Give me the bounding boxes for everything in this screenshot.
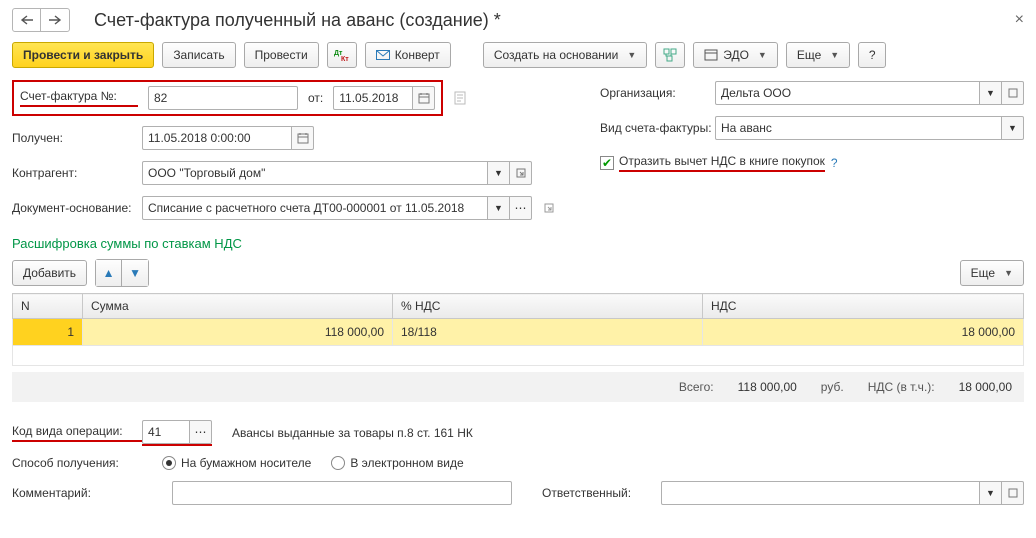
more-button[interactable]: Еще▼ — [786, 42, 850, 68]
total-label: Всего: — [679, 380, 714, 394]
post-button[interactable]: Провести — [244, 42, 319, 68]
col-sum[interactable]: Сумма — [83, 294, 393, 319]
save-button[interactable]: Записать — [162, 42, 235, 68]
comment-label: Комментарий: — [12, 486, 142, 500]
currency-label: руб. — [821, 380, 844, 394]
ellipsis-icon[interactable]: ⋯ — [510, 196, 532, 220]
radio-icon — [162, 456, 176, 470]
dropdown-icon[interactable]: ▼ — [980, 81, 1002, 105]
organization-label: Организация: — [600, 86, 715, 100]
vat-value: 18 000,00 — [959, 380, 1012, 394]
dropdown-icon[interactable]: ▼ — [1002, 116, 1024, 140]
opcode-label: Код вида операции: — [12, 424, 142, 442]
chevron-down-icon: ▼ — [627, 50, 636, 60]
table-more-button[interactable]: Еще▼ — [960, 260, 1024, 286]
invoice-type-label: Вид счета-фактуры: — [600, 121, 715, 135]
vat-label: НДС (в т.ч.): — [868, 380, 935, 394]
basis-doc-input[interactable]: Списание с расчетного счета ДТ00-000001 … — [142, 196, 488, 220]
table-row[interactable]: 1 118 000,00 18/118 18 000,00 — [13, 319, 1024, 346]
move-down-button[interactable]: ▼ — [122, 260, 148, 286]
chevron-down-icon: ▼ — [830, 50, 839, 60]
dropdown-icon[interactable]: ▼ — [488, 196, 510, 220]
doc-icon[interactable] — [449, 87, 471, 109]
totals-bar: Всего: 118 000,00 руб. НДС (в т.ч.): 18 … — [12, 372, 1024, 402]
page-title: Счет-фактура полученный на аванс (создан… — [94, 10, 501, 31]
comment-input[interactable] — [172, 481, 512, 505]
organization-input[interactable]: Дельта ООО — [715, 81, 980, 105]
calendar-icon[interactable] — [413, 86, 435, 110]
responsible-label: Ответственный: — [542, 486, 631, 500]
col-n[interactable]: N — [13, 294, 83, 319]
received-label: Получен: — [12, 131, 142, 145]
dropdown-icon[interactable]: ▼ — [980, 481, 1002, 505]
radio-paper[interactable]: На бумажном носителе — [162, 456, 311, 470]
col-rate[interactable]: % НДС — [393, 294, 703, 319]
section-title: Расшифровка суммы по ставкам НДС — [12, 236, 1024, 251]
table-empty — [13, 346, 1024, 366]
main-toolbar: Провести и закрыть Записать Провести ДтК… — [12, 42, 1024, 68]
invoice-no-input[interactable]: 82 — [148, 86, 298, 110]
calendar-icon[interactable] — [292, 126, 314, 150]
radio-icon — [331, 456, 345, 470]
radio-electronic[interactable]: В электронном виде — [331, 456, 463, 470]
invoice-number-frame: Счет-фактура №: 82 от: 11.05.2018 — [12, 80, 443, 116]
nav-forward-button[interactable] — [41, 9, 69, 31]
envelope-label: Конверт — [395, 48, 440, 62]
envelope-button[interactable]: Конверт — [365, 42, 451, 68]
opcode-input[interactable]: 41 — [142, 420, 190, 444]
vat-deduct-label: Отразить вычет НДС в книге покупок — [619, 154, 825, 172]
create-based-on-button[interactable]: Создать на основании▼ — [483, 42, 647, 68]
opcode-description: Авансы выданные за товары п.8 ст. 161 НК — [232, 426, 473, 440]
ellipsis-icon[interactable]: ⋯ — [190, 420, 212, 444]
from-label: от: — [308, 91, 323, 105]
chevron-down-icon: ▼ — [758, 50, 767, 60]
open-icon[interactable] — [1002, 81, 1024, 105]
svg-text:Кт: Кт — [341, 56, 349, 62]
invoice-date-input[interactable]: 11.05.2018 — [333, 86, 413, 110]
open-icon[interactable] — [1002, 481, 1024, 505]
open-icon[interactable] — [510, 161, 532, 185]
receipt-method-label: Способ получения: — [12, 456, 142, 470]
col-vat[interactable]: НДС — [703, 294, 1024, 319]
contractor-input[interactable]: ООО "Торговый дом" — [142, 161, 488, 185]
open-icon[interactable] — [538, 197, 560, 219]
vat-deduct-checkbox[interactable] — [600, 156, 614, 170]
add-row-button[interactable]: Добавить — [12, 260, 87, 286]
received-input[interactable]: 11.05.2018 0:00:00 — [142, 126, 292, 150]
help-link-icon[interactable]: ? — [831, 156, 838, 170]
dropdown-icon[interactable]: ▼ — [488, 161, 510, 185]
close-icon[interactable]: × — [1015, 11, 1024, 29]
nav-back-button[interactable] — [13, 9, 41, 31]
invoice-no-label: Счет-фактура №: — [20, 89, 138, 107]
help-button[interactable]: ? — [858, 42, 886, 68]
post-and-close-button[interactable]: Провести и закрыть — [12, 42, 154, 68]
dtkt-icon[interactable]: ДтКт — [327, 42, 357, 68]
contractor-label: Контрагент: — [12, 166, 142, 180]
total-value: 118 000,00 — [738, 380, 797, 394]
basis-doc-label: Документ-основание: — [12, 201, 142, 215]
structure-icon[interactable] — [655, 42, 685, 68]
responsible-input[interactable] — [661, 481, 980, 505]
invoice-type-input[interactable]: На аванс — [715, 116, 1002, 140]
move-up-button[interactable]: ▲ — [96, 260, 122, 286]
nav-buttons — [12, 8, 70, 32]
vat-table: N Сумма % НДС НДС 1 118 000,00 18/118 18… — [12, 293, 1024, 366]
edo-button[interactable]: ЭДО▼ — [693, 42, 778, 68]
